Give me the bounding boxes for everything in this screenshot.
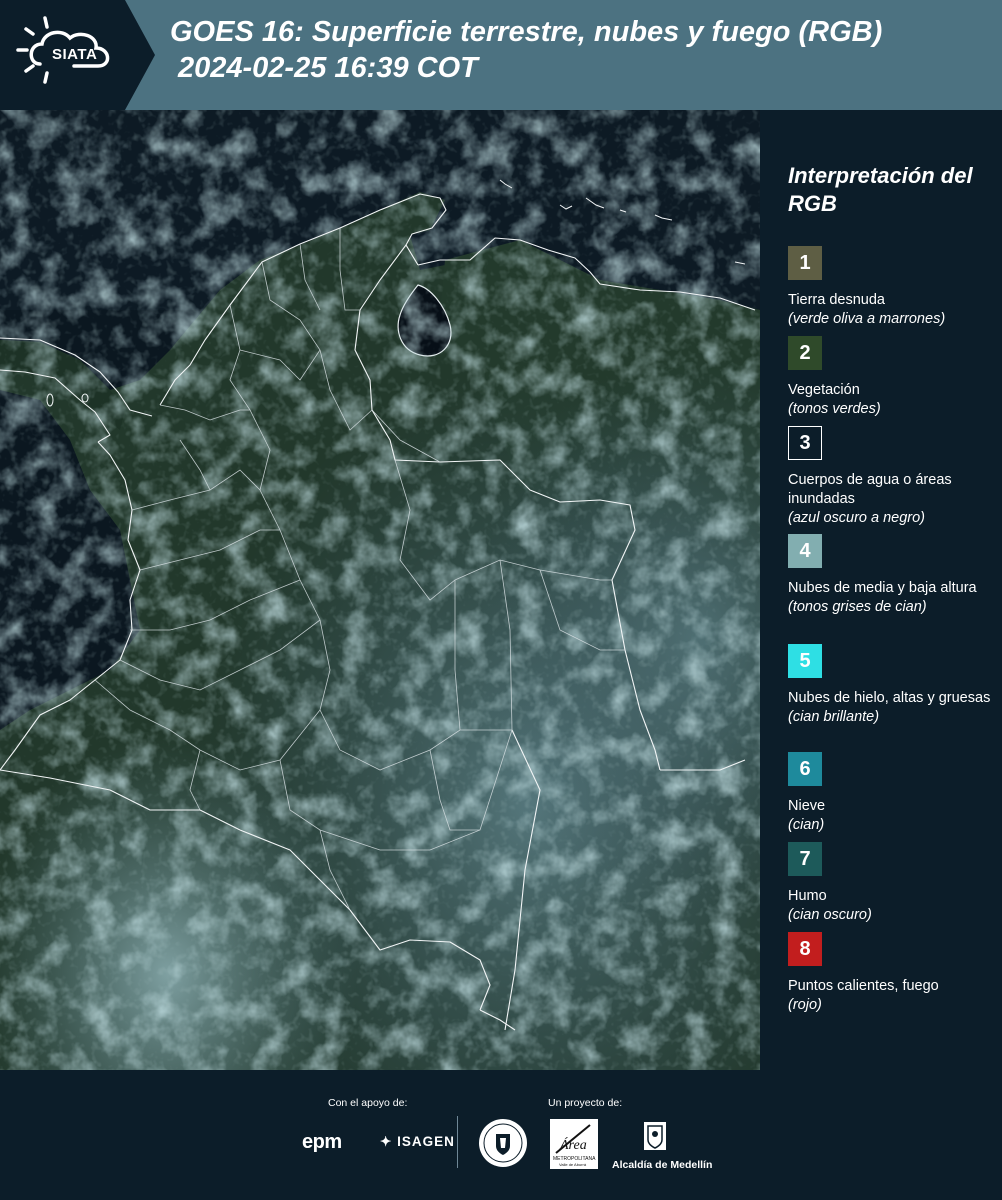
medellin-university-seal	[478, 1118, 528, 1173]
legend-swatch-5: 5	[788, 644, 822, 678]
page-title: GOES 16: Superficie terrestre, nubes y f…	[170, 14, 1000, 86]
alcaldia-label: Alcaldía de Medellín	[612, 1159, 713, 1171]
legend-note-5: (cian brillante)	[788, 709, 880, 725]
legend-note-1: (verde oliva a marrones)	[788, 311, 946, 327]
legend-swatch-8: 8	[788, 932, 822, 966]
legend-label-8: Puntos calientes, fuego	[788, 978, 939, 994]
epm-logo: epm	[302, 1131, 342, 1153]
legend-item-7: 7 Humo (cian oscuro)	[788, 842, 1002, 925]
legend-swatch-3: 3	[788, 426, 822, 460]
satellite-map[interactable]	[0, 110, 760, 1070]
legend-item-8: 8 Puntos calientes, fuego (rojo)	[788, 932, 1002, 1015]
header: SIATA GOES 16: Superficie terrestre, nub…	[0, 0, 1002, 110]
legend-item-3: 3 Cuerpos de agua o áreas inundadas (azu…	[788, 426, 1002, 528]
isagen-logo: ✦ ISAGEN	[380, 1134, 455, 1150]
legend-swatch-7: 7	[788, 842, 822, 876]
legend-item-6: 6 Nieve (cian)	[788, 752, 1002, 835]
legend-swatch-6: 6	[788, 752, 822, 786]
isagen-icon: ✦	[380, 1134, 398, 1149]
rgb-legend: Interpretación del RGB 1 Tierra desnuda …	[770, 110, 1002, 1070]
legend-label-1: Tierra desnuda	[788, 292, 885, 308]
legend-note-3: (azul oscuro a negro)	[788, 510, 926, 526]
footer-divider	[457, 1116, 458, 1168]
legend-note-8: (rojo)	[788, 997, 822, 1013]
siata-logo-text: SIATA	[52, 46, 98, 63]
legend-swatch-2: 2	[788, 336, 822, 370]
legend-label-7: Humo	[788, 888, 827, 904]
legend-note-7: (cian oscuro)	[788, 907, 872, 923]
legend-item-2: 2 Vegetación (tonos verdes)	[788, 336, 1002, 419]
area-logo-text: Área	[559, 1136, 587, 1153]
legend-label-3: Cuerpos de agua o áreas inundadas	[788, 472, 952, 507]
legend-item-5: 5 Nubes de hielo, altas y gruesas (cian …	[788, 644, 1002, 727]
alcaldia-shield-icon	[640, 1118, 670, 1159]
area-logo-sub2: Valle de Aburrá	[559, 1162, 587, 1167]
legend-label-2: Vegetación	[788, 382, 860, 398]
title-datetime: 2024-02-25 16:39 COT	[178, 52, 478, 84]
legend-item-4: 4 Nubes de media y baja altura (tonos gr…	[788, 534, 1002, 617]
isagen-text: ISAGEN	[397, 1134, 455, 1149]
legend-item-1: 1 Tierra desnuda (verde oliva a marrones…	[788, 246, 1002, 329]
legend-swatch-1: 1	[788, 246, 822, 280]
legend-label-4: Nubes de media y baja altura	[788, 580, 977, 596]
legend-note-6: (cian)	[788, 817, 825, 833]
legend-note-4: (tonos grises de cian)	[788, 599, 927, 615]
siata-logo: SIATA	[0, 0, 155, 110]
legend-label-6: Nieve	[788, 798, 826, 814]
title-line1: GOES 16: Superficie terrestre, nubes y f…	[170, 16, 883, 48]
legend-swatch-4: 4	[788, 534, 822, 568]
area-metropolitana-logo: Área METROPOLITANA Valle de Aburrá	[550, 1119, 598, 1169]
support-label: Con el apoyo de:	[328, 1097, 408, 1109]
footer: Con el apoyo de: Un proyecto de: epm ✦ I…	[0, 1070, 1002, 1200]
legend-note-2: (tonos verdes)	[788, 401, 881, 417]
legend-label-5: Nubes de hielo, altas y gruesas	[788, 690, 991, 706]
project-label: Un proyecto de:	[548, 1097, 623, 1109]
legend-title: Interpretación del RGB	[788, 163, 973, 216]
